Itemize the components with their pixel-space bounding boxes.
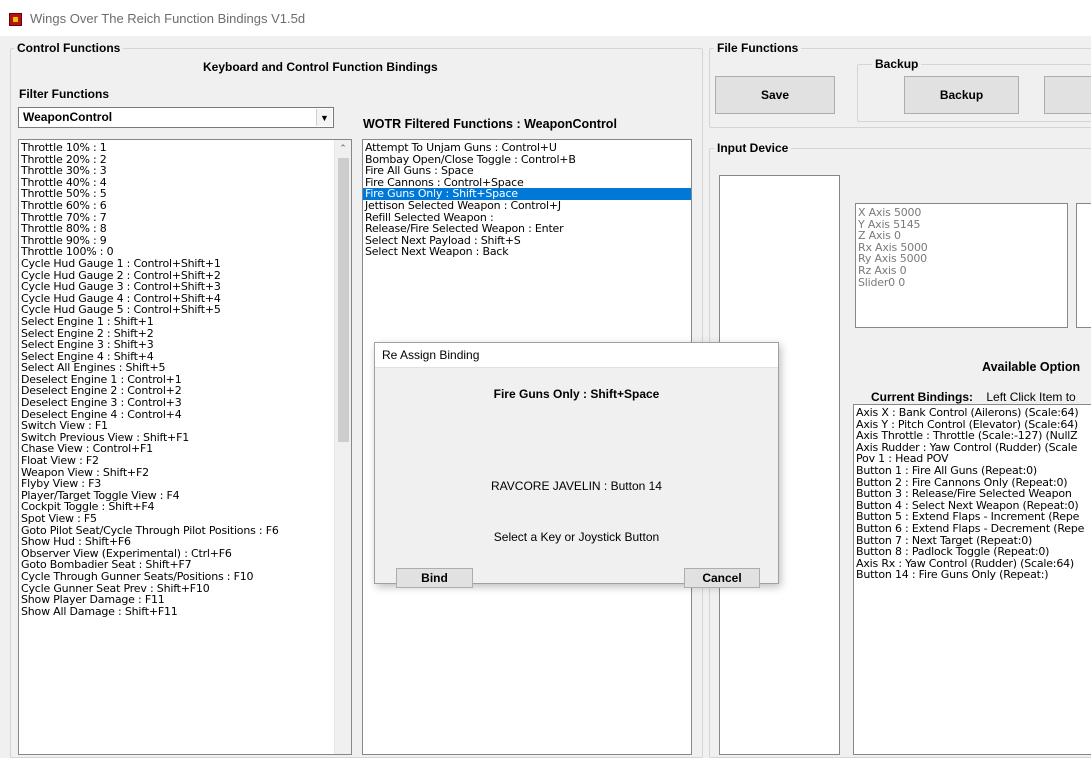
title-bar: Wings Over The Reich Function Bindings V… [0,0,1091,36]
bindings-heading: Keyboard and Control Function Bindings [203,60,438,74]
binding-item[interactable]: Button 8 : Padlock Toggle (Repeat:0) [854,546,1091,558]
filter-selected-value: WeaponControl [23,110,113,124]
function-item[interactable]: Float View : F2 [19,455,351,467]
function-item[interactable]: Select Engine 3 : Shift+3 [19,339,351,351]
binding-item[interactable]: Button 3 : Release/Fire Selected Weapon [854,488,1091,500]
filtered-function-item[interactable]: Select Next Weapon : Back [363,246,691,258]
file-functions-title: File Functions [714,41,802,55]
scroll-up-icon[interactable]: ⌃ [335,140,351,157]
backup-group-title: Backup [872,57,922,71]
filtered-functions-heading: WOTR Filtered Functions : WeaponControl [363,117,617,131]
dialog-title: Re Assign Binding [382,348,480,362]
filter-functions-label: Filter Functions [19,87,109,101]
scrollbar-thumb[interactable] [338,158,349,442]
reassign-binding-dialog: Re Assign Binding Fire Guns Only : Shift… [374,342,779,588]
binding-item[interactable]: Button 1 : Fire All Guns (Repeat:0) [854,465,1091,477]
binding-item[interactable]: Button 6 : Extend Flaps - Decrement (Rep… [854,523,1091,535]
filtered-function-item[interactable]: Release/Fire Selected Weapon : Enter [363,223,691,235]
function-item[interactable]: Spot View : F5 [19,513,351,525]
all-functions-items: Throttle 10% : 1 Throttle 20% : 2 Throttle… [19,140,351,617]
control-functions-title: Control Functions [14,41,124,55]
axis-value: X Axis 5000 [858,206,922,219]
dialog-instruction: Select a Key or Joystick Button [493,530,660,544]
current-bindings-items: Axis X : Bank Control (Ailerons) (Scale:… [854,405,1091,581]
function-item[interactable]: Throttle 80% : 8 [19,223,351,235]
axis-values-panel: X Axis 5000 Y Axis 5145 Z Axis 0 Rx Axis 50… [855,203,1068,328]
chevron-down-icon[interactable]: ▼ [316,109,332,126]
function-item[interactable]: Cycle Hud Gauge 1 : Control+Shift+1 [19,258,351,270]
axis-values: X Axis 5000 Y Axis 5145 Z Axis 0 Rx Axis 50… [856,204,1067,288]
dialog-function-name: Fire Guns Only : Shift+Space [493,387,660,401]
function-item[interactable]: Cycle Hud Gauge 3 : Control+Shift+3 [19,281,351,293]
bind-button[interactable]: Bind [396,568,473,588]
axis-value: Slider0 0 [858,275,906,289]
current-bindings-hint: Left Click Item to [986,390,1076,404]
function-item[interactable]: Cycle Through Gunner Seats/Positions : F… [19,571,351,583]
function-item[interactable]: Show Player Damage : F11 [19,594,351,606]
filtered-function-item[interactable]: Attempt To Unjam Guns : Control+U [363,142,691,154]
filtered-functions-items: Attempt To Unjam Guns : Control+U Bombay … [363,140,691,258]
save-button[interactable]: Save [715,76,835,114]
button-values-panel [1076,203,1091,328]
current-bindings-header: Current Bindings: Left Click Item to [871,390,1076,404]
binding-item[interactable]: Button 14 : Fire Guns Only (Repeat:) [854,569,1091,581]
function-item[interactable]: Throttle 60% : 6 [19,200,351,212]
dialog-titlebar: Re Assign Binding [375,343,778,368]
filter-functions-dropdown[interactable]: WeaponControl ▼ [18,107,334,128]
dialog-device-button: RAVCORE JAVELIN : Button 14 [491,479,662,493]
available-options-label: Available Option [982,360,1081,374]
app-icon [9,13,22,26]
all-functions-scrollbar[interactable]: ⌃ [334,140,351,754]
input-device-title: Input Device [714,141,792,155]
all-functions-list[interactable]: Throttle 10% : 1 Throttle 20% : 2 Throttle… [18,139,352,755]
backup-button[interactable]: Backup [904,76,1019,114]
function-item[interactable]: Throttle 10% : 1 [19,142,351,154]
current-bindings-label: Current Bindings: [871,390,973,404]
restore-button[interactable] [1044,76,1091,114]
axis-value: Rz Axis 0 [858,263,907,277]
cancel-button[interactable]: Cancel [684,568,760,588]
function-item[interactable]: Show All Damage : Shift+F11 [19,606,351,618]
filtered-function-item[interactable]: Jettison Selected Weapon : Control+J [363,200,691,212]
current-bindings-list[interactable]: Axis X : Bank Control (Ailerons) (Scale:… [853,404,1091,755]
window-title: Wings Over The Reich Function Bindings V… [30,11,306,26]
function-item[interactable]: Deselect Engine 3 : Control+3 [19,397,351,409]
binding-item[interactable]: Axis X : Bank Control (Ailerons) (Scale:… [854,407,1091,419]
function-item[interactable]: Select Engine 1 : Shift+1 [19,316,351,328]
